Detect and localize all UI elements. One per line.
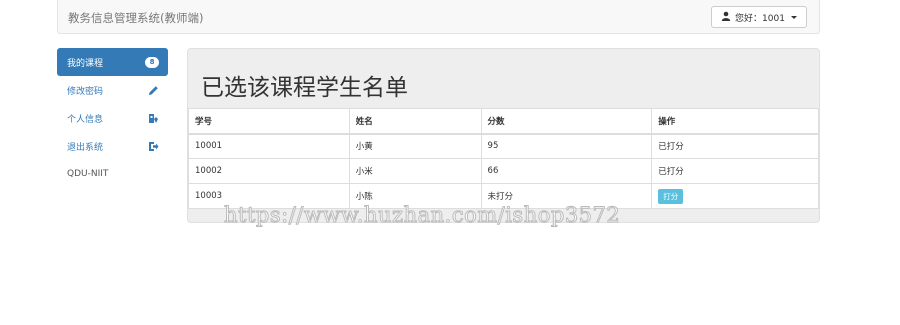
sidebar-footer-label: QDU-NIIT [67, 169, 109, 179]
user-edit-icon [148, 104, 159, 132]
cell-action: 已打分 [651, 158, 819, 184]
cell-id: 10002 [188, 158, 350, 184]
pencil-icon [148, 76, 159, 104]
app-brand[interactable]: 教务信息管理系统(教师端) [68, 10, 203, 26]
sidebar-item-change-password[interactable]: 修改密码 [57, 76, 168, 104]
student-list-panel: 已选该课程学生名单 学号 姓名 分数 操作 10001 小黄 95 已打分 10… [187, 48, 820, 223]
cell-score: 66 [480, 158, 653, 184]
cell-name: 小米 [348, 158, 482, 184]
table-row: 10001 小黄 95 已打分 [188, 133, 819, 159]
caret-down-icon [790, 15, 797, 19]
cell-action: 已打分 [651, 133, 819, 159]
column-header-action: 操作 [651, 108, 819, 135]
user-greeting: 您好：1001 [735, 13, 785, 24]
sidebar-item-label: 修改密码 [67, 86, 104, 97]
grade-button[interactable]: 打分 [658, 188, 684, 204]
sidebar-item-label: 退出系统 [67, 142, 104, 153]
sidebar-item-my-courses[interactable]: 我的课程 8 [57, 48, 168, 76]
cell-id: 10001 [188, 133, 350, 159]
cell-score: 95 [480, 133, 653, 159]
table-row: 10002 小米 66 已打分 [188, 158, 819, 184]
sidebar-item-label: 个人信息 [67, 114, 104, 125]
sidebar-item-footer: QDU-NIIT [57, 160, 168, 188]
top-navbar: 教务信息管理系统(教师端) 您好：1001 [57, 0, 820, 34]
sidebar-item-personal-info[interactable]: 个人信息 [57, 104, 168, 132]
sidebar: 我的课程 8 修改密码 个人信息 退出系统 QDU-NIIT [57, 48, 168, 188]
column-header-score: 分数 [480, 108, 653, 135]
course-count-badge: 8 [145, 56, 159, 68]
watermark-text: https://www.huzhan.com/ishop3572 [223, 203, 621, 228]
page-title: 已选该课程学生名单 [201, 75, 408, 101]
student-table: 学号 姓名 分数 操作 10001 小黄 95 已打分 10002 小米 66 … [188, 108, 819, 209]
sidebar-item-logout[interactable]: 退出系统 [57, 132, 168, 160]
table-header-row: 学号 姓名 分数 操作 [188, 108, 819, 135]
column-header-id: 学号 [188, 108, 350, 135]
logout-icon [148, 132, 159, 160]
user-icon [721, 11, 731, 24]
sidebar-item-label: 我的课程 [67, 58, 104, 69]
cell-name: 小黄 [348, 133, 482, 159]
column-header-name: 姓名 [348, 108, 482, 135]
user-menu-button[interactable]: 您好：1001 [711, 6, 807, 28]
cell-action: 打分 [651, 183, 819, 209]
